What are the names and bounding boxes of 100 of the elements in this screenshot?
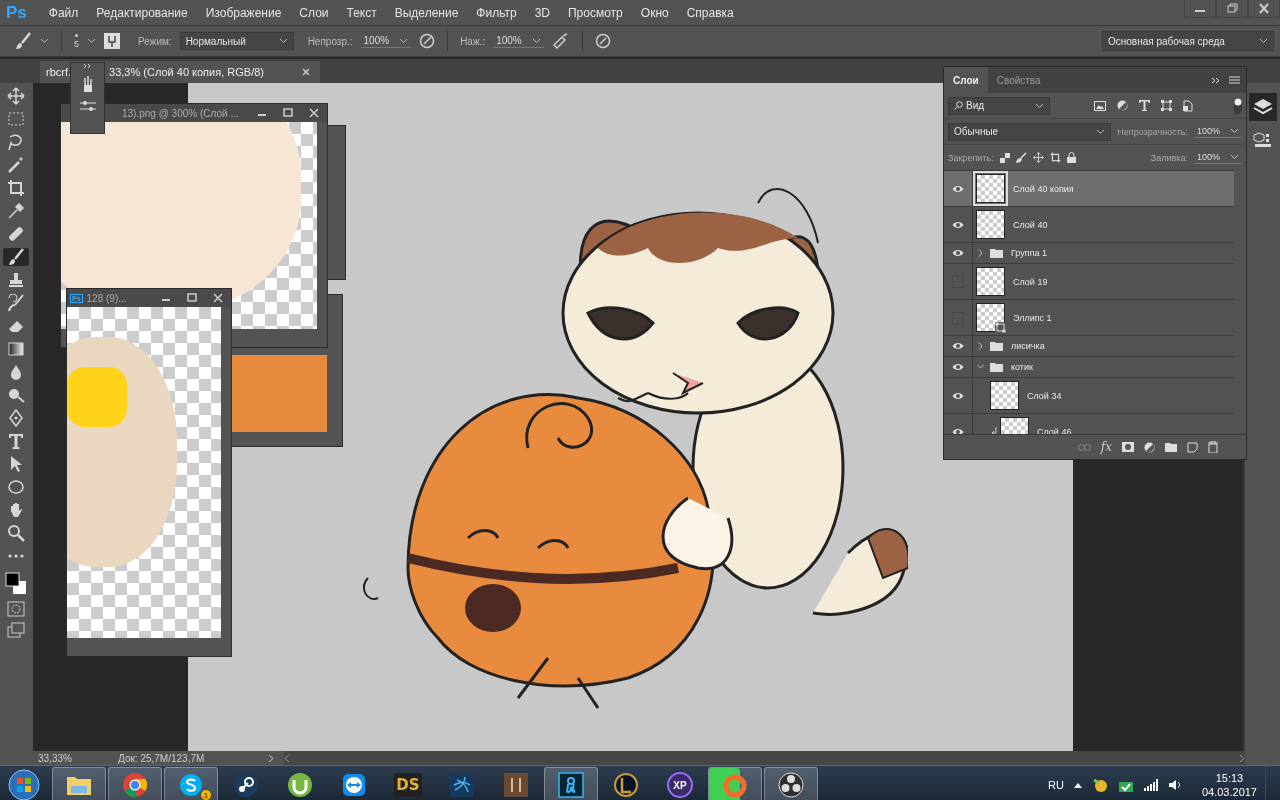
clock[interactable]: 15:13 04.03.2017 (1201, 771, 1257, 799)
eye-icon[interactable] (952, 342, 964, 350)
opacity-field[interactable]: 100% (360, 34, 412, 48)
sliders-icon[interactable] (78, 99, 97, 113)
layer-filter-dropdown[interactable]: Вид (948, 96, 1050, 115)
caret-up-icon[interactable] (1073, 782, 1082, 788)
lock-icon[interactable] (1066, 152, 1076, 163)
menu-item[interactable]: Окно (632, 5, 679, 20)
menu-item[interactable]: Просмотр (560, 5, 633, 20)
chevron-down-icon (278, 38, 288, 44)
brush-icon[interactable] (1015, 152, 1027, 163)
disclosure-icon[interactable] (977, 249, 984, 257)
panel-tab[interactable]: Слои (944, 67, 988, 93)
transform-icon[interactable] (1161, 100, 1172, 111)
color-swatches-icon[interactable] (4, 570, 29, 596)
eye-icon[interactable] (952, 184, 964, 193)
half-circle-icon[interactable] (1117, 100, 1128, 111)
brush-size-picker[interactable]: 5 (74, 33, 79, 49)
type-icon[interactable] (1139, 100, 1150, 111)
layer-row[interactable]: Слой 40 (944, 207, 1234, 243)
minimize-icon[interactable] (1184, 0, 1216, 18)
menu-item[interactable]: Выделение (386, 5, 469, 20)
layer-name: Эллипс 1 (1013, 312, 1052, 323)
brush-settings-icon[interactable] (104, 33, 120, 49)
start-orb-icon (8, 769, 40, 800)
airbrush-icon[interactable] (551, 33, 570, 49)
taskbar-button[interactable]: XP (654, 768, 706, 800)
quick-mask-icon[interactable] (7, 601, 26, 617)
scroll-left-icon[interactable] (284, 753, 290, 763)
menu-item[interactable]: Слои (291, 5, 339, 20)
eye-icon[interactable] (952, 220, 964, 229)
menu-item[interactable]: Редактирование (88, 5, 198, 20)
pen-icon (7, 409, 26, 427)
group-row[interactable]: котик (944, 357, 1234, 378)
trash-icon[interactable] (1208, 441, 1218, 453)
layer-row[interactable]: Слой 19 (944, 264, 1234, 300)
double-chevron-icon[interactable] (82, 63, 93, 69)
layer-opacity-field[interactable]: 100% (1193, 125, 1242, 138)
mode-dropdown[interactable]: Нормальный (179, 32, 294, 50)
effects-button[interactable]: fx (1100, 440, 1112, 454)
half-circle-icon[interactable] (1144, 441, 1155, 453)
brush-icon[interactable] (14, 32, 32, 50)
workspace-dropdown[interactable]: Основная рабочая среда (1102, 31, 1274, 51)
language-indicator[interactable]: RU (1048, 779, 1064, 791)
panel-tab[interactable]: Свойства (987, 67, 1050, 93)
flow-field[interactable]: 100% (493, 34, 544, 48)
menu-item[interactable]: Изображение (197, 5, 292, 20)
opacity-label: Непрозр.: (307, 35, 353, 47)
game-icon (613, 772, 639, 798)
menu-item[interactable]: Файл (40, 5, 89, 20)
taskbar-button[interactable]: DS (382, 768, 434, 800)
eye-icon[interactable] (952, 249, 964, 257)
zoom-level[interactable]: 33,33% (38, 752, 80, 764)
layer-row[interactable]: Слой 34 (944, 378, 1234, 414)
group-row[interactable]: лисичка (944, 336, 1234, 357)
menu-icon[interactable] (1229, 76, 1240, 84)
folder-icon[interactable] (1165, 442, 1177, 452)
cube-icon[interactable] (1252, 131, 1273, 149)
image-icon[interactable] (1094, 100, 1106, 111)
layer-name: Слой 40 (1013, 219, 1048, 230)
double-chevron-icon[interactable] (1211, 76, 1221, 84)
notification-badge: 1 (201, 790, 211, 800)
menu-item[interactable]: Фильтр (468, 5, 527, 20)
volume-icon[interactable] (1167, 778, 1182, 792)
new-layer-icon[interactable] (1187, 441, 1198, 453)
disclosure-icon[interactable] (977, 342, 984, 350)
menu-item[interactable]: 3D (526, 5, 560, 20)
crop-icon[interactable] (1049, 152, 1061, 163)
layer-row[interactable]: Эллипс 1 (944, 300, 1234, 336)
eye-icon[interactable] (952, 363, 964, 371)
close-icon[interactable] (1248, 0, 1280, 18)
chevron-down-icon (87, 38, 96, 44)
taskbar-button[interactable]: 1 (164, 767, 218, 800)
toggle-icon[interactable] (1234, 97, 1242, 114)
blend-mode-dropdown[interactable]: Обычные (948, 122, 1112, 141)
screen-mode-icon[interactable] (7, 622, 26, 638)
menu-item[interactable]: Справка (678, 5, 744, 20)
tool-button[interactable] (3, 248, 30, 266)
chevron-down-icon (531, 37, 541, 44)
signal-icon[interactable] (1143, 779, 1158, 791)
eye-icon[interactable] (952, 391, 964, 400)
menu-item[interactable]: Текст (338, 5, 387, 20)
coin-icon[interactable] (1091, 777, 1108, 793)
document-icon[interactable] (1183, 99, 1193, 112)
restore-icon[interactable] (1216, 0, 1248, 18)
eye-icon[interactable] (952, 427, 964, 434)
group-row[interactable]: Группа 1 (944, 243, 1234, 264)
move-icon[interactable] (1032, 152, 1044, 163)
mask-icon[interactable] (1122, 442, 1134, 452)
horizontal-scrollbar[interactable] (284, 751, 1245, 765)
scroll-right-icon[interactable] (1239, 753, 1245, 763)
layer-row[interactable]: Слой 40 копия (944, 171, 1234, 207)
game-icon (503, 772, 529, 798)
layers-icon[interactable] (1248, 93, 1277, 121)
ellipse-icon (7, 478, 26, 496)
taskbar-button[interactable] (544, 767, 598, 800)
taskbar-button[interactable] (764, 767, 818, 800)
chevron-right-icon[interactable] (268, 753, 274, 763)
more-icon (7, 554, 26, 558)
fill-field[interactable]: 100% (1193, 151, 1242, 164)
